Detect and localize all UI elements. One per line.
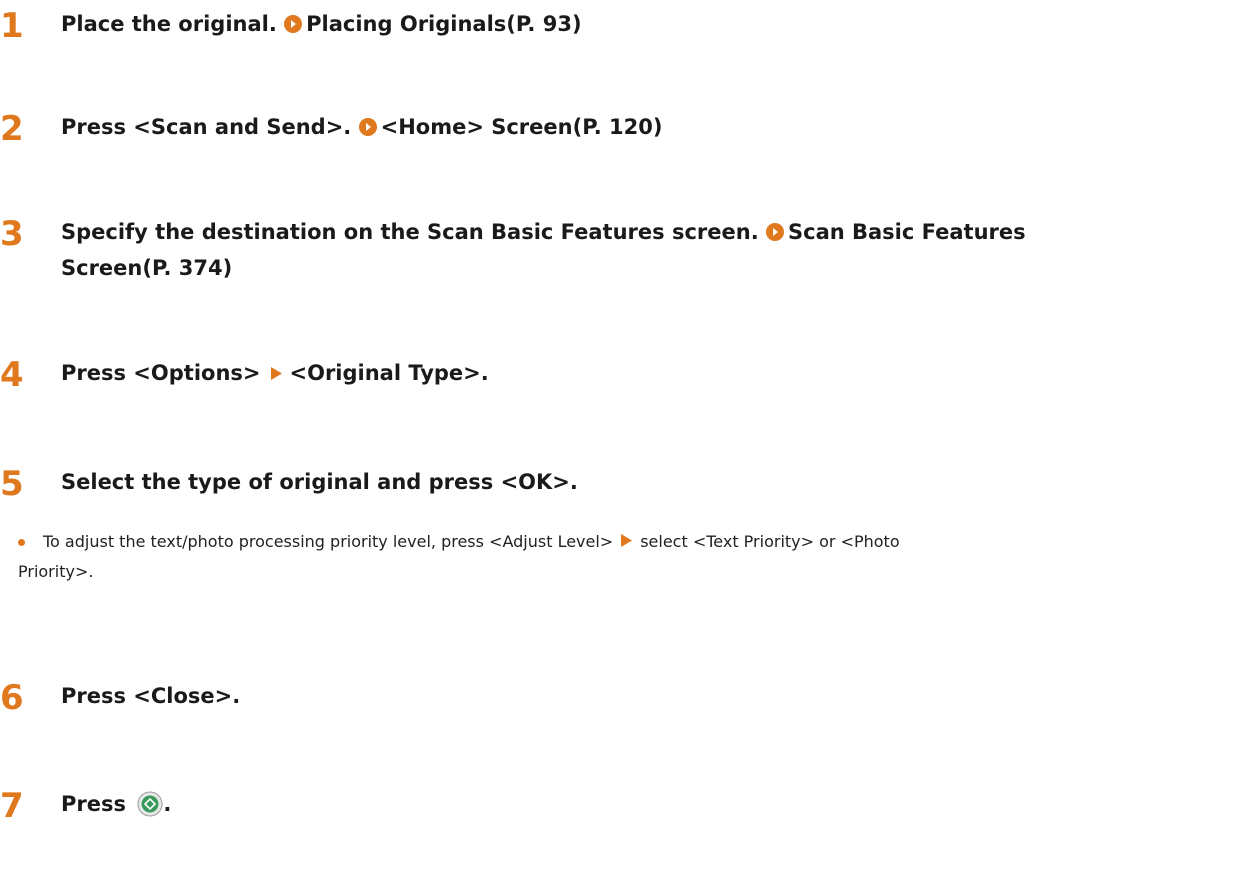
step-number: 4 <box>0 355 24 395</box>
reference-link-label: Placing Originals(P. 93) <box>306 12 582 36</box>
circle-arrow-reference-icon <box>766 223 784 241</box>
step-number: 1 <box>0 6 24 46</box>
orange-triangle-arrow-icon <box>270 367 282 380</box>
reference-link[interactable]: Placing Originals(P. 93) <box>284 12 582 36</box>
circle-arrow-reference-icon <box>358 118 377 136</box>
step-number: 3 <box>0 214 24 254</box>
step-number: 6 <box>0 678 24 718</box>
reference-link-label: Scan Basic Features <box>788 220 1026 244</box>
step-number: 2 <box>0 109 24 149</box>
step-instruction-end: . <box>163 792 172 816</box>
step-instruction-continued: <Original Type>. <box>289 361 489 385</box>
circle-arrow-reference-icon <box>284 15 303 33</box>
step-number: 7 <box>0 786 24 826</box>
reference-link[interactable]: <Home> Screen(P. 120) <box>358 115 663 139</box>
step-instruction: Place the original. <box>61 12 277 36</box>
step-number: 5 <box>0 464 24 504</box>
start-button-icon <box>137 791 163 817</box>
note-line-2: Priority>. <box>18 562 94 581</box>
note-line-1a: To adjust the text/photo processing prio… <box>43 532 614 551</box>
step-instruction: Press <box>61 792 126 816</box>
step-text: Specify the destination on the Scan Basi… <box>61 214 1181 286</box>
step-text: Press <Close>. <box>61 684 241 708</box>
step-text: Select the type of original and press <O… <box>61 470 578 494</box>
step-text: Press <Scan and Send>. <Home> Screen(P. … <box>61 109 1181 145</box>
reference-link-continued[interactable]: Screen(P. 374) <box>61 256 232 280</box>
step-text: Press <Options> <Original Type>. <box>61 355 1181 391</box>
step-text: Press . <box>61 786 1181 822</box>
orange-triangle-arrow-icon <box>621 534 633 547</box>
note-line-1b: select <Text Priority> or <Photo <box>640 532 900 551</box>
step-instruction: Press <Options> <box>61 361 261 385</box>
note-text: To adjust the text/photo processing prio… <box>18 527 1208 587</box>
step-instruction: Specify the destination on the Scan Basi… <box>61 220 759 244</box>
reference-link[interactable]: Scan Basic Features <box>766 220 1026 244</box>
reference-link-label: <Home> Screen(P. 120) <box>380 115 663 139</box>
step-instruction: Press <Scan and Send>. <box>61 115 352 139</box>
step-text: Place the original. Placing Originals(P.… <box>61 6 1181 42</box>
bullet-dot <box>18 539 25 546</box>
